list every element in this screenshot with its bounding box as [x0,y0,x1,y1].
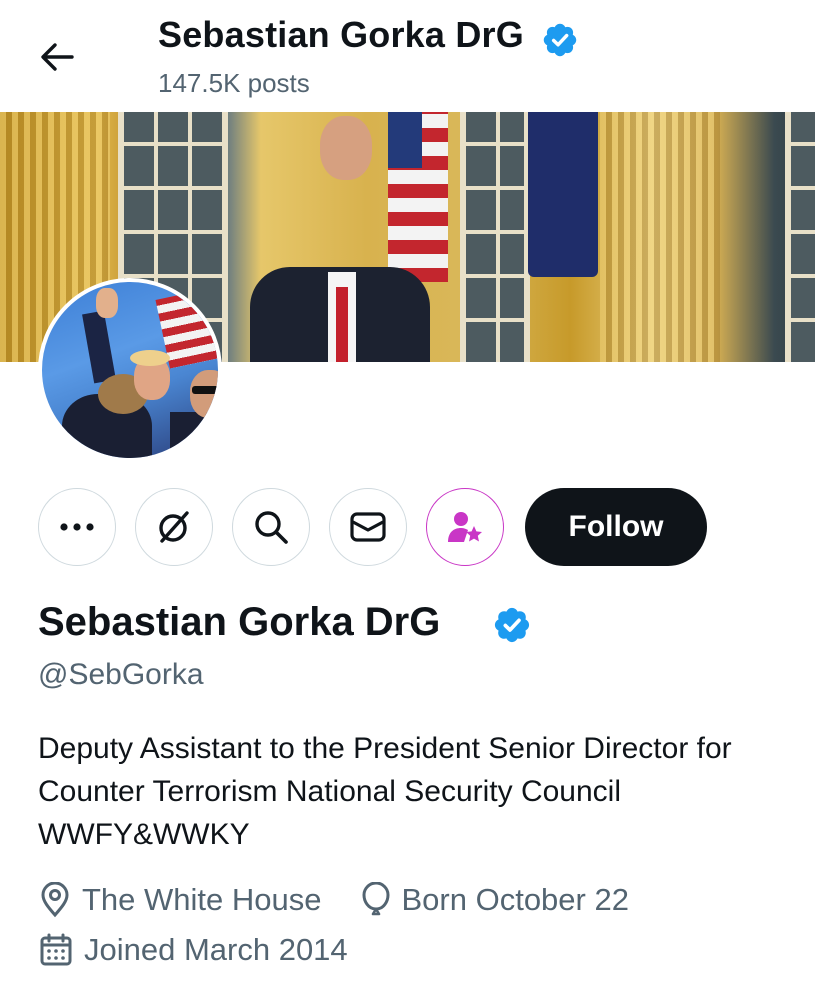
verified-badge-icon [543,23,577,57]
banner-window-center [460,112,530,362]
header-post-count: 147.5K posts [158,68,310,98]
banner-presidential-flag [528,112,598,277]
avatar-agent-face [190,370,218,418]
profile-joined: Joined March 2014 [38,932,348,968]
profile-header: Sebastian Gorka DrG 147.5K posts [0,0,815,112]
calendar-icon [40,933,72,966]
banner-standing-man-tie [336,287,348,362]
profile-avatar[interactable] [38,278,222,462]
banner-window-right [785,112,815,362]
banner-curtain-right [600,112,720,362]
profile-handle: @SebGorka [38,658,204,691]
message-button[interactable] [329,488,407,566]
follow-button[interactable]: Follow [525,488,707,566]
verified-badge-icon [494,607,530,643]
search-button[interactable] [232,488,310,566]
profile-display-name: Sebastian Gorka DrG [38,600,441,644]
location-text: The White House [82,882,322,917]
birthday-text: Born October 22 [401,882,629,917]
profile-bio: Deputy Assistant to the President Senior… [38,732,732,851]
more-button[interactable] [38,488,116,566]
joined-text: Joined March 2014 [84,932,348,967]
back-button[interactable] [34,34,80,80]
subscribe-icon [448,512,482,542]
location-pin-icon [41,882,69,918]
avatar-fist [96,288,118,318]
avatar-agent-suit [170,412,218,458]
header-title: Sebastian Gorka DrG [158,14,524,55]
message-icon [350,512,386,542]
balloon-icon [361,882,390,916]
avatar-raised-arm [82,310,116,384]
banner-standing-man-head [320,116,372,180]
arrow-left-icon [41,43,74,71]
more-horizontal-icon [60,523,94,531]
banner-us-flag [388,112,448,282]
search-icon [255,511,288,544]
profile-meta-row-2: Joined March 2014 [38,932,348,968]
profile-location: The White House [38,882,322,918]
avatar-sunglasses [192,386,218,394]
profile-birthday: Born October 22 [360,882,629,918]
grok-icon [159,511,189,543]
avatar-hair [130,350,170,366]
subscribe-button[interactable] [426,488,504,566]
profile-meta-row-1: The White House Born October 22 [38,882,629,918]
profile-actions: Follow [38,488,707,566]
grok-button[interactable] [135,488,213,566]
